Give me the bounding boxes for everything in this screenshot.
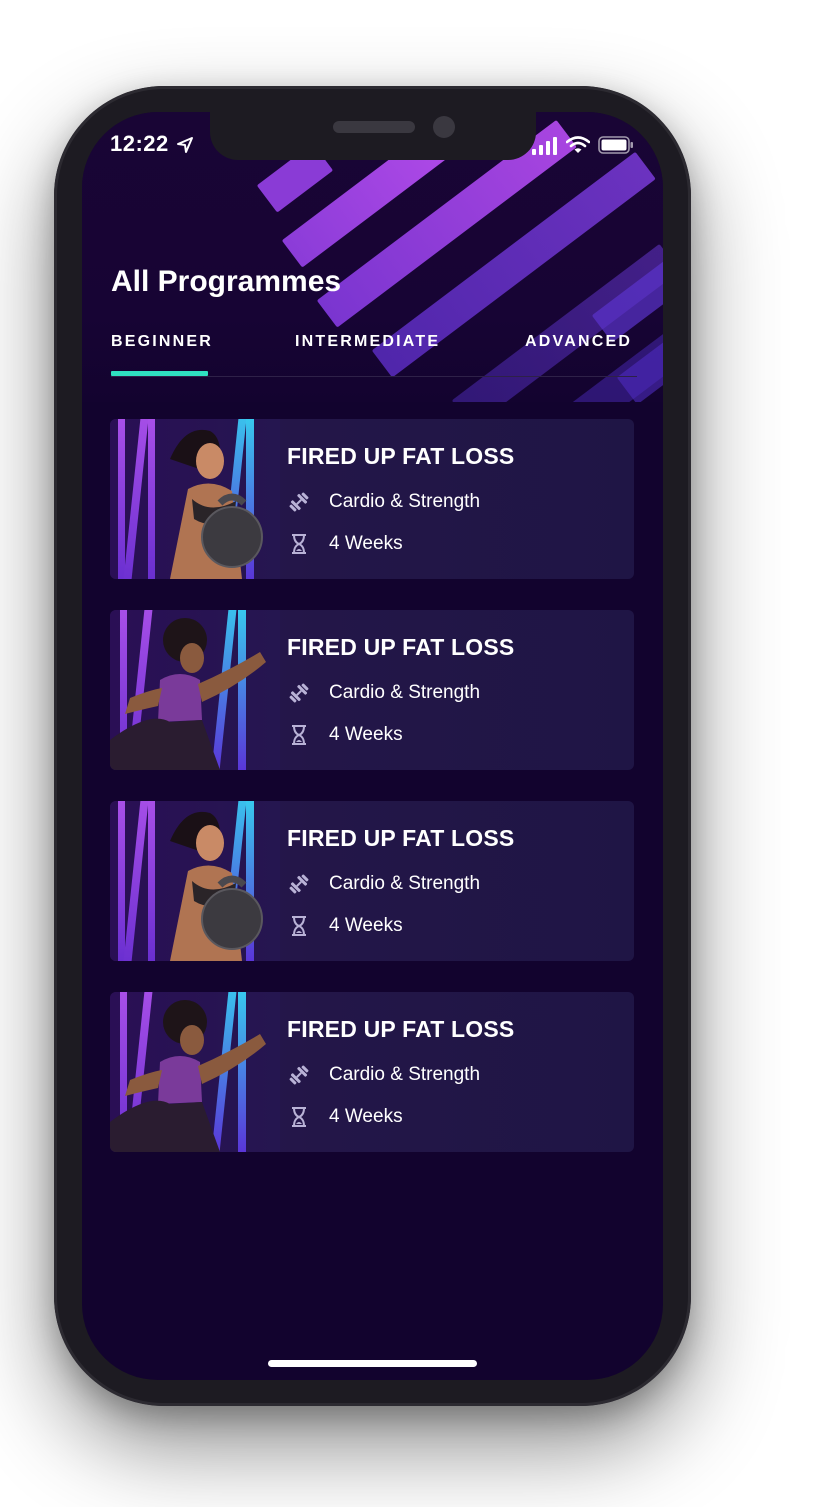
hourglass-icon [292, 725, 306, 745]
dumbbell-icon [289, 874, 309, 894]
programme-title: FIRED UP FAT LOSS [287, 634, 515, 660]
hourglass-icon [292, 916, 306, 936]
tab-intermediate[interactable]: INTERMEDIATE [295, 333, 440, 351]
tab-advanced[interactable]: ADVANCED [525, 333, 632, 351]
programme-image [110, 419, 280, 579]
dumbbell-icon [289, 492, 309, 512]
programme-type: Cardio & Strength [329, 491, 481, 512]
tab-beginner[interactable]: BEGINNER [111, 333, 213, 351]
front-camera [433, 116, 455, 138]
programme-card[interactable]: FIRED UP FAT LOSS Cardio & Strength 4 We… [110, 992, 634, 1152]
programme-type: Cardio & Strength [329, 682, 481, 703]
page-title: All Programmes [111, 265, 342, 298]
home-indicator[interactable] [268, 1360, 477, 1367]
programme-type: Cardio & Strength [329, 1064, 481, 1085]
programme-duration: 4 Weeks [329, 724, 403, 745]
programme-card[interactable]: FIRED UP FAT LOSS Cardio & Strength 4 We… [110, 419, 634, 579]
dumbbell-icon [289, 1065, 309, 1085]
programme-duration: 4 Weeks [329, 533, 403, 554]
programme-title: FIRED UP FAT LOSS [287, 825, 515, 851]
hourglass-icon [292, 534, 306, 554]
programme-duration: 4 Weeks [329, 915, 403, 936]
programme-type: Cardio & Strength [329, 873, 481, 894]
programme-image [110, 801, 280, 961]
programme-image [110, 610, 280, 770]
programme-duration: 4 Weeks [329, 1106, 403, 1127]
programme-card[interactable]: FIRED UP FAT LOSS Cardio & Strength 4 We… [110, 610, 634, 770]
active-tab-indicator [111, 371, 208, 376]
programme-image [110, 992, 280, 1152]
notch [210, 112, 536, 160]
tab-divider [111, 376, 637, 377]
dumbbell-icon [289, 683, 309, 703]
wifi-icon [566, 136, 590, 153]
battery-icon [598, 136, 633, 154]
speaker [333, 121, 415, 133]
location-arrow-icon [177, 137, 193, 153]
hourglass-icon [292, 1107, 306, 1127]
programme-title: FIRED UP FAT LOSS [287, 443, 515, 469]
programme-card[interactable]: FIRED UP FAT LOSS Cardio & Strength 4 We… [110, 801, 634, 961]
status-time: 12:22 [110, 131, 169, 156]
signal-icon [532, 137, 557, 155]
programme-title: FIRED UP FAT LOSS [287, 1016, 515, 1042]
